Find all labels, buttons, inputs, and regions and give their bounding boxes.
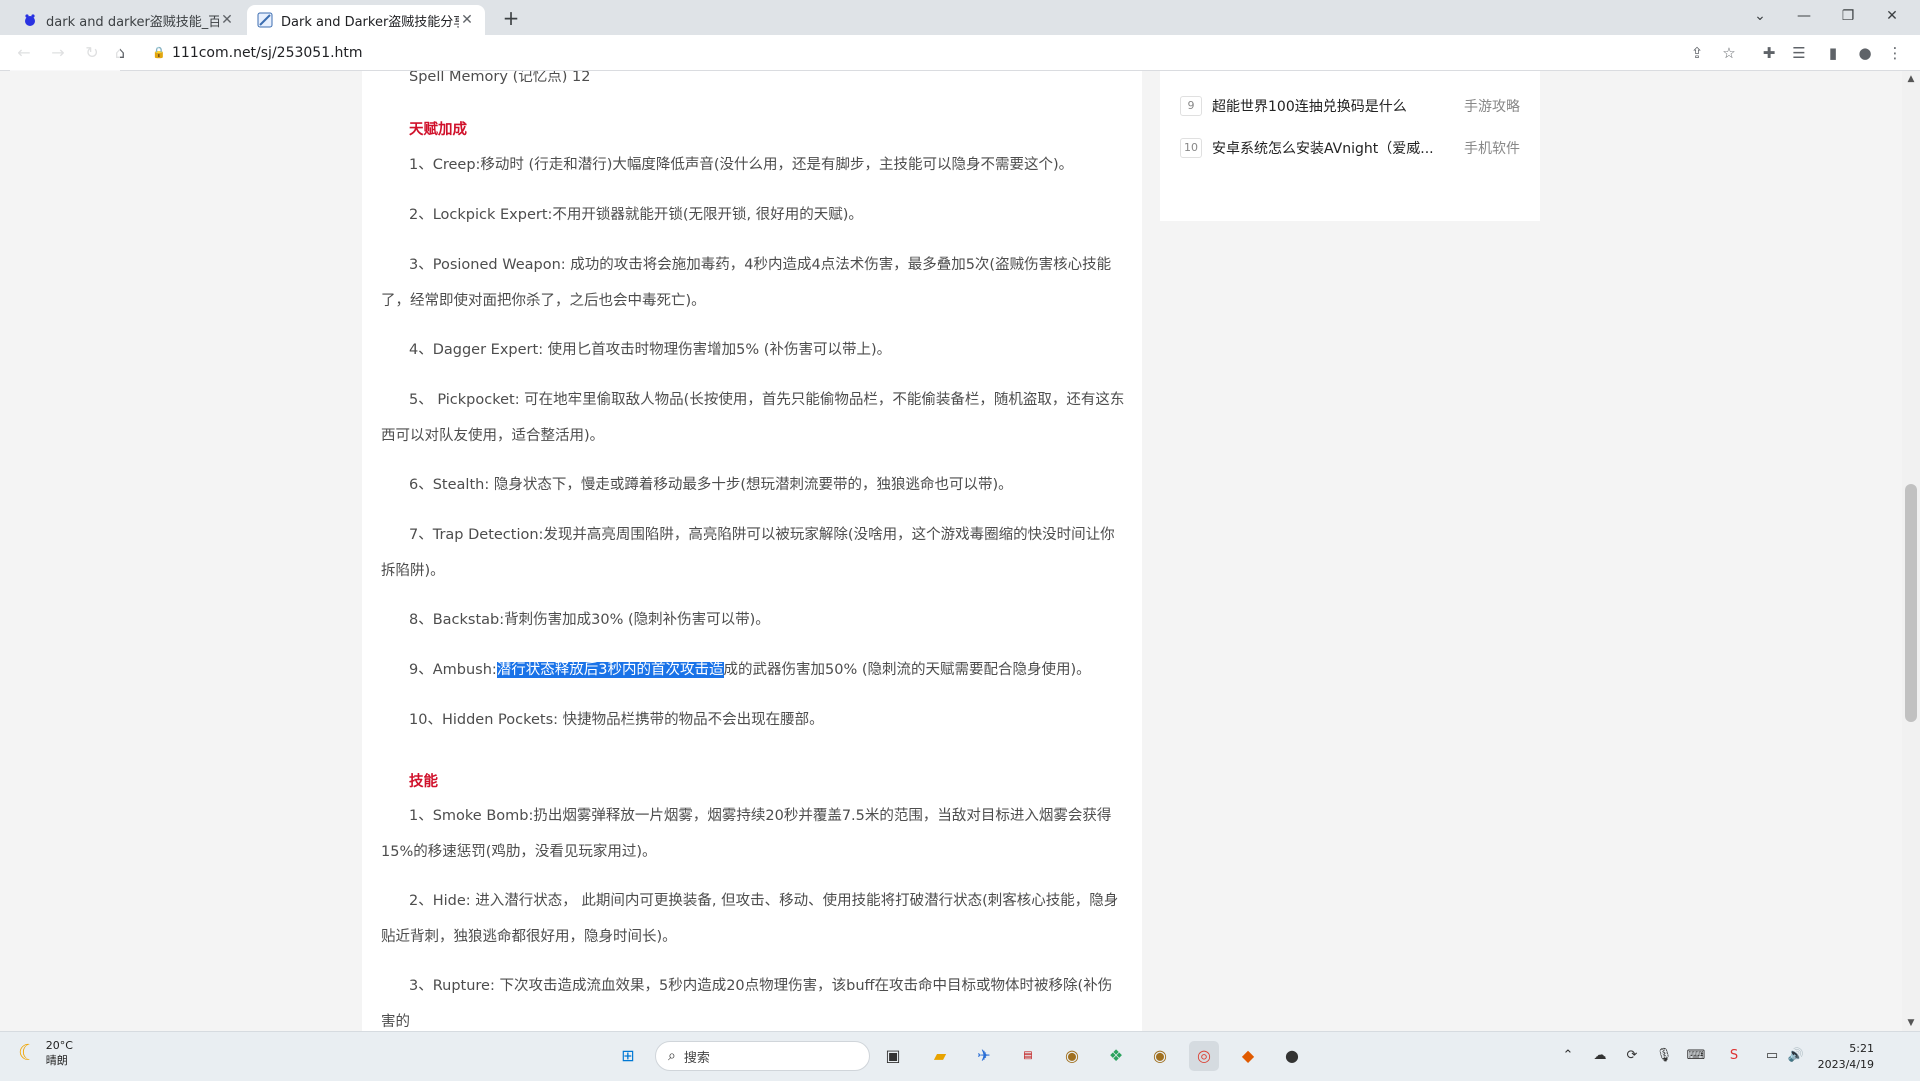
talent-item: 1、Creep:移动时 (行走和潜行)大幅度降低声音(没什么用，还是有脚步，主技… xyxy=(409,157,1074,173)
tab-title: Dark and Darker盗贼技能分享_1 xyxy=(281,14,459,30)
input-method-icon[interactable]: S xyxy=(1724,1046,1744,1066)
url-text: 111com.net/sj/253051.htm xyxy=(172,44,363,61)
microphone-icon[interactable]: 🎙 xyxy=(1654,1046,1674,1066)
talent-item: 3、Posioned Weapon: 成功的攻击将会施加毒药，4秒内造成4点法术… xyxy=(381,257,1112,309)
weather-widget[interactable]: ☾ 20°C 晴朗 xyxy=(18,1038,73,1068)
close-window-button[interactable]: ✕ xyxy=(1870,0,1914,32)
sync-icon[interactable]: ⟳ xyxy=(1622,1046,1642,1066)
dark-app-icon[interactable]: ● xyxy=(1277,1041,1307,1071)
skill-item: 2、Hide: 进入潜行状态， 此期间内可更换装备, 但攻击、移动、使用技能将打… xyxy=(381,893,1119,945)
network-display-icon[interactable]: ▭ xyxy=(1762,1046,1782,1066)
bookmark-star-icon[interactable]: ☆ xyxy=(1718,42,1740,64)
clock-date: 2023/4/19 xyxy=(1817,1058,1874,1071)
task-view-icon[interactable]: ▣ xyxy=(878,1041,908,1071)
related-article-category[interactable]: 手机软件 xyxy=(1450,138,1520,158)
file-explorer-icon[interactable]: ▰ xyxy=(925,1041,955,1071)
search-placeholder: 搜索 xyxy=(683,1050,710,1066)
moon-weather-icon: ☾ xyxy=(18,1040,38,1066)
page-viewport: Spell Memory (记忆点) 12 天赋加成 1、Creep:移动时 (… xyxy=(0,71,1902,1031)
talent-prefix: 9、Ambush: xyxy=(409,662,497,678)
share-icon[interactable]: ⇪ xyxy=(1686,42,1708,64)
browser-toolbar: ← → ↻ ⌂ 🔒 111com.net/sj/253051.htm ⇪ ☆ ✚… xyxy=(0,35,1920,71)
menu-kebab-icon[interactable]: ⋮ xyxy=(1884,42,1906,64)
tab-search-chevron-icon[interactable]: ⌄ xyxy=(1738,0,1782,32)
minimize-button[interactable]: — xyxy=(1782,0,1826,32)
profile-avatar-icon[interactable]: ● xyxy=(1854,42,1876,64)
skill-item: 1、Smoke Bomb:扔出烟雾弹释放一片烟雾，烟雾持续20秒并覆盖7.5米的… xyxy=(381,808,1112,860)
speaker-volume-icon[interactable]: 🔊 xyxy=(1786,1046,1806,1066)
clock-time: 5:21 xyxy=(1849,1042,1874,1055)
site-favicon-icon xyxy=(257,12,273,28)
green-app-icon[interactable]: ❖ xyxy=(1101,1041,1131,1071)
talent-item: 6、Stealth: 隐身状态下，慢走或蹲着移动最多十步(想玩潜刺流要带的，独狼… xyxy=(409,477,1013,493)
taskbar-search-box[interactable]: ⌕ 搜索 xyxy=(655,1041,870,1071)
related-article-title[interactable]: 超能世界100连抽兑换码是什么 xyxy=(1212,96,1450,116)
talent-item: 4、Dagger Expert: 使用匕首攻击时物理伤害增加5% (补伤害可以带… xyxy=(409,342,892,358)
talent-item: 7、Trap Detection:发现并高亮周围陷阱，高亮陷阱可以被玩家解除(没… xyxy=(381,527,1115,579)
side-panel-icon[interactable]: ▮ xyxy=(1822,42,1844,64)
address-bar[interactable]: 🔒 111com.net/sj/253051.htm xyxy=(140,39,1680,66)
new-tab-button[interactable]: + xyxy=(498,5,524,31)
tab-close-icon[interactable]: ✕ xyxy=(459,12,475,28)
tab-article[interactable]: Dark and Darker盗贼技能分享_1 ✕ xyxy=(247,5,485,35)
related-article-category[interactable]: 手游攻略 xyxy=(1450,96,1520,116)
article-content: Spell Memory (记忆点) 12 天赋加成 1、Creep:移动时 (… xyxy=(362,71,1142,1031)
tab-strip: dark and darker盗贼技能_百度搜 ✕ Dark and Darke… xyxy=(0,0,1920,35)
chrome-browser-icon[interactable]: ◎ xyxy=(1189,1041,1219,1071)
reading-list-icon[interactable]: ☰ xyxy=(1788,42,1810,64)
related-articles-sidebar: 9 超能世界100连抽兑换码是什么 手游攻略 10 安卓系统怎么安装AVnigh… xyxy=(1160,71,1540,221)
talent-item: 10、Hidden Pockets: 快捷物品栏携带的物品不会出现在腰部。 xyxy=(409,712,824,728)
related-article-title[interactable]: 安卓系统怎么安装AVnight（爱威... xyxy=(1212,138,1450,158)
game-app-2-icon[interactable]: ◉ xyxy=(1145,1041,1175,1071)
related-article-item[interactable]: 10 安卓系统怎么安装AVnight（爱威... 手机软件 xyxy=(1180,137,1520,159)
weather-condition: 晴朗 xyxy=(45,1054,68,1067)
lock-icon[interactable]: 🔒 xyxy=(152,46,166,59)
system-clock[interactable]: 5:21 2023/4/19 xyxy=(1814,1041,1874,1073)
tab-close-icon[interactable]: ✕ xyxy=(219,12,235,28)
orange-app-icon[interactable]: ◆ xyxy=(1233,1041,1263,1071)
restore-button[interactable]: ❐ xyxy=(1826,0,1870,32)
feishu-app-icon[interactable]: ✈ xyxy=(969,1041,999,1071)
skill-item: 3、Rupture: 下次攻击造成流血效果，5秒内造成20点物理伤害，该buff… xyxy=(381,978,1113,1030)
onedrive-cloud-icon[interactable]: ☁ xyxy=(1590,1046,1610,1066)
baidu-favicon-icon xyxy=(25,14,35,26)
tab-title: dark and darker盗贼技能_百度搜 xyxy=(46,14,219,30)
voicemeeter-app-icon[interactable]: ▤ xyxy=(1013,1041,1043,1071)
search-icon: ⌕ xyxy=(668,1048,676,1064)
spell-memory-line: Spell Memory (记忆点) 12 xyxy=(409,71,591,85)
tray-overflow-chevron-icon[interactable]: ⌃ xyxy=(1558,1046,1578,1066)
extensions-puzzle-icon[interactable]: ✚ xyxy=(1758,42,1780,64)
scroll-down-arrow-icon[interactable]: ▼ xyxy=(1902,1017,1920,1029)
scroll-up-arrow-icon[interactable]: ▲ xyxy=(1902,73,1920,85)
page-scrollbar[interactable]: ▲ ▼ xyxy=(1902,71,1920,1031)
temperature: 20°C xyxy=(45,1039,73,1052)
rank-number: 9 xyxy=(1180,96,1202,116)
tab-baidu-search[interactable]: dark and darker盗贼技能_百度搜 ✕ xyxy=(12,5,245,35)
related-article-item[interactable]: 9 超能世界100连抽兑换码是什么 手游攻略 xyxy=(1180,95,1520,117)
scrollbar-thumb[interactable] xyxy=(1905,484,1917,722)
windows-taskbar: ☾ 20°C 晴朗 ⊞ ⌕ 搜索 ▣ ▰ ✈ ▤ ◉ ❖ ◉ ◎ ◆ ● ⌃ ☁… xyxy=(0,1031,1920,1081)
rank-number: 10 xyxy=(1180,138,1202,158)
talent-item: 8、Backstab:背刺伤害加成30% (隐刺补伤害可以带)。 xyxy=(409,612,770,628)
start-windows-icon[interactable]: ⊞ xyxy=(613,1041,643,1071)
talent-item: 5、 Pickpocket: 可在地牢里偷取敌人物品(长按使用，首先只能偷物品栏… xyxy=(381,392,1125,444)
section-heading-skills: 技能 xyxy=(409,774,438,790)
talent-item: 2、Lockpick Expert:不用开锁器就能开锁(无限开锁, 很好用的天赋… xyxy=(409,207,863,223)
keyboard-icon[interactable]: ⌨ xyxy=(1686,1046,1706,1066)
game-app-icon[interactable]: ◉ xyxy=(1057,1041,1087,1071)
selected-text-highlight[interactable]: 潜行状态释放后3秒内的首次攻击造 xyxy=(496,662,724,678)
talent-suffix: 成的武器伤害加50% (隐刺流的天赋需要配合隐身使用)。 xyxy=(723,662,1091,678)
section-heading-talents: 天赋加成 xyxy=(409,122,467,138)
talent-item-ambush: 9、Ambush:潜行状态释放后3秒内的首次攻击造成的武器伤害加50% (隐刺流… xyxy=(381,652,1126,688)
